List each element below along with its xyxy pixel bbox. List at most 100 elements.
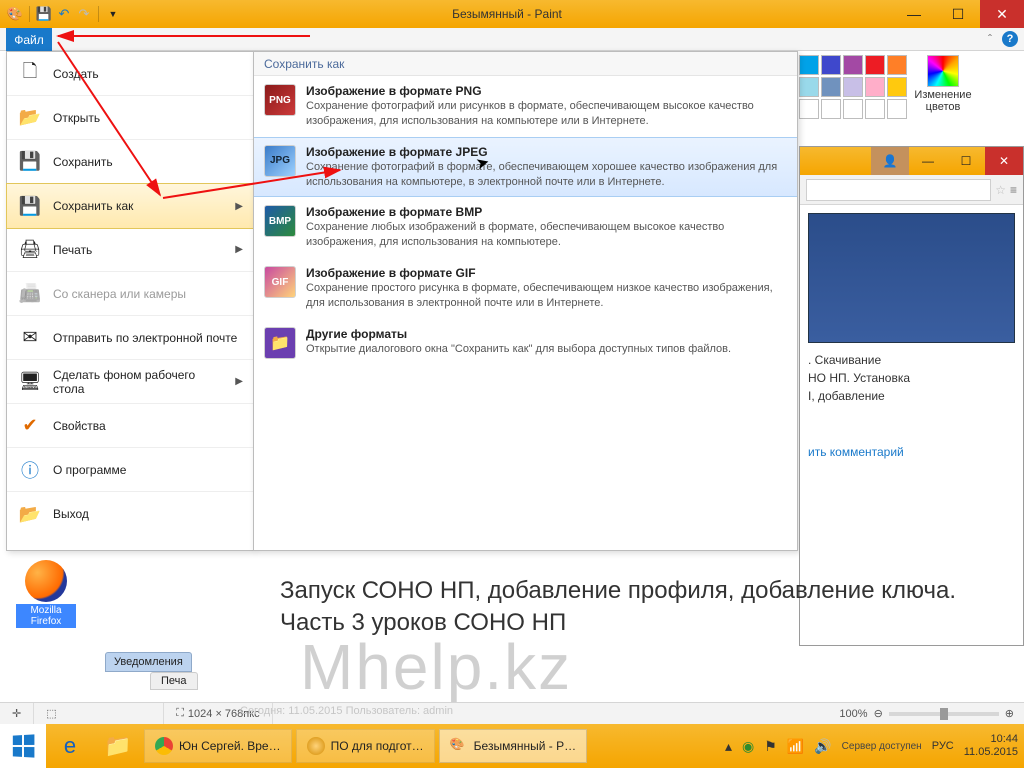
page-text: НО НП. Установка [808, 369, 1015, 387]
menu-item-label: Сохранить как [53, 199, 225, 213]
watermark: Mhelp.kz [300, 630, 572, 704]
task-label: Безымянный - P… [474, 739, 576, 753]
browser-close-button[interactable]: ✕ [985, 147, 1023, 175]
selection-icon: ⬚ [46, 707, 56, 720]
menu-item-print[interactable]: 🖨 Печать ▶ [7, 228, 253, 272]
add-comment-link[interactable]: ить комментарий [808, 445, 1015, 459]
browser-user-icon[interactable]: 👤 [871, 147, 909, 175]
save-as-jpeg[interactable]: JPG Изображение в формате JPEG Сохранени… [254, 137, 797, 198]
browser-window: 👤 — ☐ ✕ ☆ ≡ . Скачивание НО НП. Установк… [799, 146, 1024, 646]
maximize-button[interactable]: ☐ [936, 0, 980, 28]
menu-item-save-as[interactable]: 💾 Сохранить как ▶ [6, 183, 254, 229]
notifications-tab[interactable]: Уведомления [105, 652, 192, 672]
option-desc: Открытие диалогового окна "Сохранить как… [306, 342, 731, 357]
color-palette-group: Изменение цветов [799, 55, 979, 119]
option-desc: Сохранение фотографий в формате, обеспеч… [306, 160, 787, 190]
help-icon[interactable]: ? [1002, 31, 1018, 47]
address-bar[interactable] [806, 179, 991, 201]
desktop-icon-firefox[interactable]: Mozilla Firefox [16, 560, 76, 628]
tray-time: 10:44 [964, 733, 1018, 746]
qat-customize-icon[interactable]: ▼ [104, 5, 122, 23]
paint-icon: 🎨 [450, 737, 468, 755]
save-as-bmp[interactable]: BMP Изображение в формате BMP Сохранение… [254, 197, 797, 258]
star-icon[interactable]: ☆ [995, 183, 1006, 197]
close-button[interactable]: ✕ [980, 0, 1024, 28]
menu-item-open[interactable]: 📂 Открыть [7, 96, 253, 140]
ribbon-collapse-icon[interactable]: ˆ [988, 32, 992, 46]
tray-up-icon[interactable]: ▴ [725, 738, 732, 755]
properties-icon: ✔ [17, 413, 43, 439]
submenu-arrow-icon: ▶ [235, 201, 243, 212]
option-desc: Сохранение простого рисунка в формате, о… [306, 281, 787, 311]
ribbon-right-controls: ˆ ? [988, 31, 1018, 47]
edit-colors-button[interactable]: Изменение цветов [913, 55, 973, 119]
menu-item-label: Создать [53, 67, 243, 81]
submenu-arrow-icon: ▶ [235, 244, 243, 255]
taskbar-task-app[interactable]: ПО для подгот… [296, 729, 435, 763]
menu-item-label: Печать [53, 243, 225, 257]
article-heading: Запуск СОНО НП, добавление профиля, доба… [280, 575, 964, 640]
statusbar-coords: ✛ [0, 703, 34, 724]
minimize-button[interactable]: — [892, 0, 936, 28]
zoom-slider[interactable] [889, 712, 999, 716]
taskbar-task-paint[interactable]: 🎨 Безымянный - P… [439, 729, 587, 763]
statusbar-ghost-text: Сегодня: 11.05.2015 Пользователь: admin [240, 705, 453, 717]
zoom-out-button[interactable]: ⊖ [874, 707, 883, 720]
submenu-arrow-icon: ▶ [235, 376, 243, 387]
browser-minimize-button[interactable]: — [909, 147, 947, 175]
exit-icon: 📂 [17, 501, 43, 527]
save-icon: 💾 [17, 149, 43, 175]
menu-item-email[interactable]: ✉ Отправить по электронной почте [7, 316, 253, 360]
menu-icon[interactable]: ≡ [1010, 183, 1017, 197]
taskbar-ie[interactable]: e [46, 724, 94, 768]
menu-item-about[interactable]: ⓘ О программе [7, 448, 253, 492]
window-buttons: — ☐ ✕ [892, 0, 1024, 28]
task-label: ПО для подгот… [331, 739, 424, 753]
tray-lang[interactable]: РУС [932, 740, 954, 752]
color-swatches[interactable] [799, 55, 907, 119]
option-title: Изображение в формате PNG [306, 84, 787, 98]
jpeg-icon: JPG [264, 145, 296, 177]
print-tab[interactable]: Печа [150, 672, 198, 690]
start-button[interactable] [0, 724, 46, 768]
statusbar: ✛ ⬚ ⛶ 1024 × 768пкс 100% ⊖ ⊕ [0, 702, 1024, 724]
taskbar-task-chrome[interactable]: Юн Сергей. Вре… [144, 729, 292, 763]
qat-save-icon[interactable]: 💾 [35, 5, 53, 23]
menu-item-new[interactable]: 🗋 Создать [7, 52, 253, 96]
save-as-png[interactable]: PNG Изображение в формате PNG Сохранение… [254, 76, 797, 137]
chrome-icon [155, 737, 173, 755]
zoom-in-button[interactable]: ⊕ [1005, 707, 1014, 720]
save-as-other[interactable]: 📁 Другие форматы Открытие диалогового ок… [254, 319, 797, 367]
option-title: Другие форматы [306, 327, 731, 341]
qat-redo-icon[interactable]: ↷ [75, 5, 93, 23]
option-title: Изображение в формате BMP [306, 205, 787, 219]
window-title: Безымянный - Paint [122, 7, 892, 21]
save-as-gif[interactable]: GIF Изображение в формате GIF Сохранение… [254, 258, 797, 319]
menu-item-save[interactable]: 💾 Сохранить [7, 140, 253, 184]
menu-item-wallpaper[interactable]: 🖥 Сделать фоном рабочего стола ▶ [7, 360, 253, 404]
menu-item-scanner: 📠 Со сканера или камеры [7, 272, 253, 316]
menu-item-properties[interactable]: ✔ Свойства [7, 404, 253, 448]
page-text: . Скачивание [808, 351, 1015, 369]
menu-item-label: Со сканера или камеры [53, 287, 243, 301]
video-thumbnail[interactable] [808, 213, 1015, 343]
browser-maximize-button[interactable]: ☐ [947, 147, 985, 175]
tray-shield-icon[interactable]: ◉ [742, 738, 754, 755]
taskbar: e 📁 Юн Сергей. Вре… ПО для подгот… 🎨 Без… [0, 724, 1024, 768]
zoom-percent: 100% [839, 708, 867, 720]
size-icon: ⛶ [176, 707, 184, 720]
file-tab[interactable]: Файл [6, 28, 52, 51]
tray-flag-icon[interactable]: ⚑ [764, 738, 777, 755]
open-icon: 📂 [17, 105, 43, 131]
tray-network-icon[interactable]: 📶 [787, 738, 804, 755]
menu-item-label: Открыть [53, 111, 243, 125]
menu-item-exit[interactable]: 📂 Выход [7, 492, 253, 536]
taskbar-explorer[interactable]: 📁 [94, 724, 142, 768]
tray-clock[interactable]: 10:44 11.05.2015 [964, 733, 1018, 759]
tray-volume-icon[interactable]: 🔊 [814, 738, 831, 755]
option-title: Изображение в формате GIF [306, 266, 787, 280]
tray-date: 11.05.2015 [964, 746, 1018, 759]
browser-titlebar: 👤 — ☐ ✕ [800, 147, 1023, 175]
option-title: Изображение в формате JPEG [306, 145, 787, 159]
qat-undo-icon[interactable]: ↶ [55, 5, 73, 23]
